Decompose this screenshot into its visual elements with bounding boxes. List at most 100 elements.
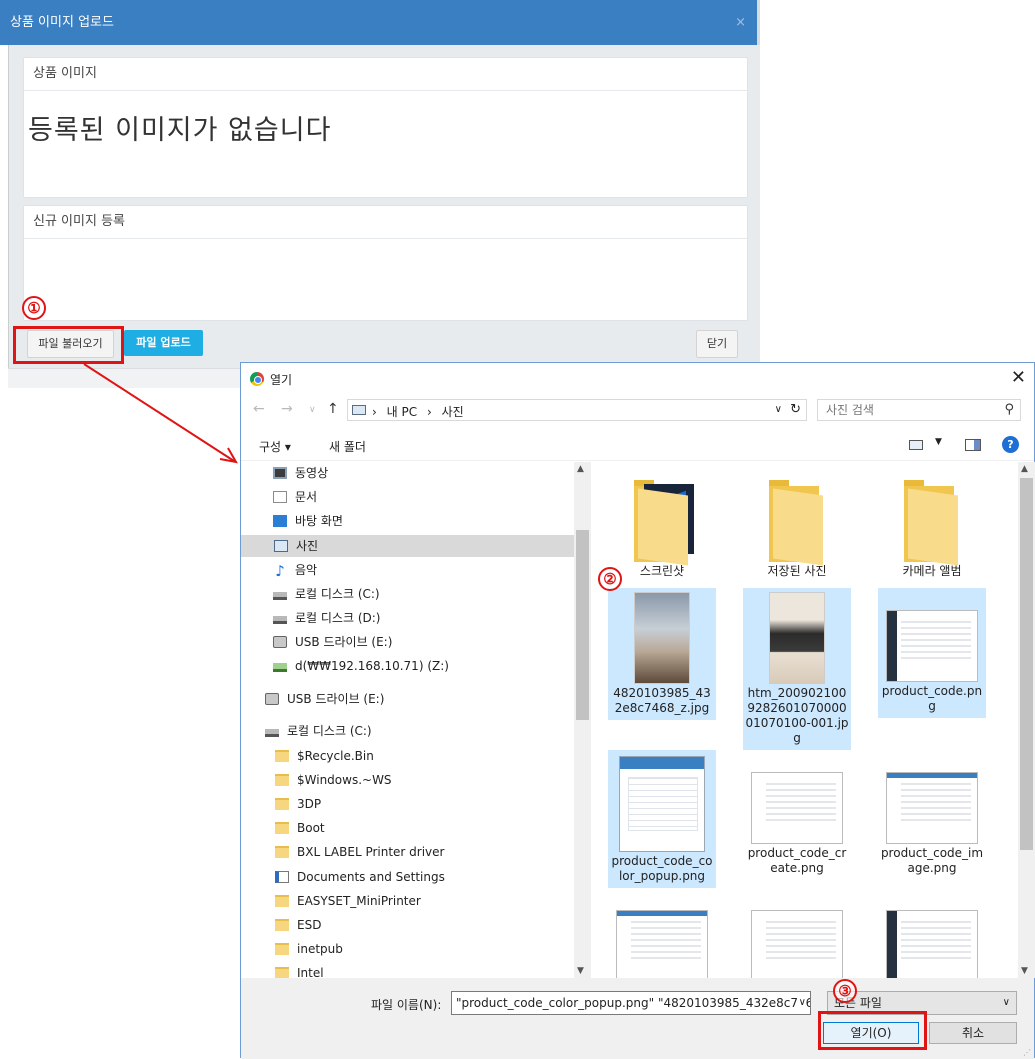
chevron-down-icon[interactable]: ▼ — [935, 437, 942, 447]
image-thumbnail — [616, 910, 708, 978]
resize-grip-icon[interactable]: ⋰ — [1023, 1048, 1031, 1057]
file-item[interactable]: product_code_create.png — [743, 750, 851, 880]
pictures-icon — [352, 405, 366, 415]
scroll-up-icon[interactable]: ▲ — [577, 464, 584, 474]
filename-input[interactable]: "product_code_color_popup.png" "48201039… — [451, 991, 811, 1015]
nav-item[interactable]: Boot — [275, 817, 325, 839]
file-open-dialog: 열기 ✕ ← → ∨ ↑ › 내 PC › 사진 ∨ ↻ 사진 검색 ⚲ 구성 … — [240, 362, 1035, 1059]
file-item[interactable]: product_code_ret — [608, 888, 716, 978]
file-item[interactable]: 저장된 사진 — [743, 476, 851, 583]
pictures-icon — [274, 540, 288, 552]
cancel-button[interactable]: 취소 — [929, 1022, 1017, 1044]
refresh-icon[interactable]: ↻ — [790, 402, 801, 417]
new-folder-button[interactable]: 새 폴더 — [329, 438, 366, 455]
usb-drive-icon — [265, 693, 279, 705]
file-item[interactable]: product_code_sel — [878, 888, 986, 978]
nav-item[interactable]: EASYSET_MiniPrinter — [275, 890, 421, 912]
nav-item[interactable]: Documents and Settings — [275, 866, 445, 888]
highlight-load-button — [13, 326, 124, 364]
nav-item[interactable]: 사진 — [241, 535, 574, 557]
nav-item[interactable]: 동영상 — [273, 462, 328, 484]
nav-item[interactable]: BXL LABEL Printer driver — [275, 841, 444, 863]
product-image-panel: 상품 이미지 등록된 이미지가 없습니다 — [23, 57, 748, 198]
up-arrow-icon[interactable]: ↑ — [327, 401, 339, 417]
back-arrow-icon[interactable]: ← — [253, 401, 265, 417]
nav-item[interactable]: ♪ 음악 — [273, 559, 317, 581]
file-list: 스크린샷 저장된 사진 카메라 앨범 4820103985_432e8c7468_z.… — [593, 462, 1018, 978]
filename-value: "product_code_color_popup.png" "48201039… — [456, 996, 811, 1010]
nav-item[interactable]: ESD — [275, 914, 321, 936]
nav-item-label: Documents and Settings — [297, 870, 445, 884]
search-input[interactable]: 사진 검색 ⚲ — [817, 399, 1021, 421]
scrollbar-thumb[interactable] — [576, 530, 589, 720]
file-item[interactable]: product_code.png — [878, 588, 986, 718]
chevron-down-icon[interactable]: ∨ — [775, 404, 782, 415]
nav-item-label: 바탕 화면 — [295, 514, 343, 528]
nav-item[interactable]: 바탕 화면 — [273, 510, 343, 532]
file-item[interactable]: htm_200902100928260107000001070100-001.j… — [743, 588, 851, 750]
nav-item[interactable]: 문서 — [273, 486, 317, 508]
nav-item[interactable]: 로컬 디스크 (C:) — [265, 720, 372, 742]
modal-close-icon[interactable]: × — [735, 0, 746, 45]
file-item[interactable]: product_code_color_popup.png — [608, 750, 716, 888]
nav-item-label: 음악 — [295, 563, 318, 577]
image-thumbnail — [751, 910, 843, 978]
dialog-titlebar: 열기 ✕ — [241, 363, 1034, 395]
close-button[interactable]: 닫기 — [696, 330, 738, 358]
search-placeholder: 사진 검색 — [826, 403, 874, 417]
nav-item[interactable]: inetpub — [275, 938, 343, 960]
step-2-badge: ② — [598, 567, 622, 591]
address-bar[interactable]: › 내 PC › 사진 ∨ ↻ — [347, 399, 807, 421]
nav-item[interactable]: 로컬 디스크 (C:) — [273, 583, 380, 605]
upload-file-button[interactable]: 파일 업로드 — [124, 330, 203, 356]
file-item[interactable]: product_code_image.png — [878, 750, 986, 880]
scroll-up-icon[interactable]: ▲ — [1021, 464, 1028, 474]
breadcrumb-item[interactable]: 내 PC — [387, 405, 417, 419]
nav-item[interactable]: $Recycle.Bin — [275, 745, 374, 767]
file-item[interactable]: 4820103985_432e8c7468_z.jpg — [608, 588, 716, 720]
nav-item[interactable]: USB 드라이브 (E:) — [265, 688, 384, 710]
shortcut-folder-icon — [275, 871, 289, 883]
chrome-icon — [250, 372, 264, 386]
nav-item[interactable]: USB 드라이브 (E:) — [273, 631, 392, 653]
scroll-down-icon[interactable]: ▼ — [1021, 966, 1028, 976]
view-options-icon[interactable] — [909, 440, 923, 450]
nav-item[interactable]: 3DP — [275, 793, 321, 815]
folder-icon — [275, 919, 289, 931]
video-icon — [273, 467, 287, 479]
drive-icon — [273, 616, 287, 624]
scroll-down-icon[interactable]: ▼ — [577, 966, 584, 976]
folder-icon — [904, 480, 960, 566]
organize-menu[interactable]: 구성 ▾ — [259, 438, 291, 455]
file-item[interactable]: 스크린샷 — [608, 476, 716, 583]
folder-icon — [275, 774, 289, 786]
nav-item[interactable]: 로컬 디스크 (D:) — [273, 607, 380, 629]
dialog-close-icon[interactable]: ✕ — [1011, 367, 1026, 388]
breadcrumb: › 내 PC › 사진 — [372, 405, 464, 419]
nav-item-label: 로컬 디스크 (C:) — [287, 724, 372, 738]
nav-item[interactable]: $Windows.~WS — [275, 769, 392, 791]
recent-locations-icon[interactable]: ∨ — [309, 405, 316, 415]
nav-item-label: Intel — [297, 966, 324, 978]
nav-item-label: $Recycle.Bin — [297, 749, 374, 763]
file-scrollbar[interactable]: ▲ ▼ — [1018, 462, 1035, 978]
nav-item[interactable]: Intel — [275, 962, 324, 978]
dialog-title: 열기 — [270, 373, 293, 387]
folder-icon — [275, 967, 289, 978]
nav-item[interactable]: d(₩₩192.168.10.71) (Z:) — [273, 655, 449, 677]
preview-pane-icon[interactable] — [965, 439, 981, 451]
file-name: 4820103985_432e8c7468_z.jpg — [613, 686, 711, 715]
usb-drive-icon — [273, 636, 287, 648]
forward-arrow-icon[interactable]: → — [281, 401, 293, 417]
breadcrumb-item[interactable]: 사진 — [442, 405, 464, 419]
nav-item-label: $Windows.~WS — [297, 773, 392, 787]
file-name: htm_200902100928260107000001070100-001.j… — [745, 686, 849, 745]
image-thumbnail — [886, 610, 978, 682]
highlight-open-button — [818, 1011, 927, 1050]
help-icon[interactable]: ? — [1002, 436, 1019, 453]
file-item[interactable]: 카메라 앨범 — [878, 476, 986, 583]
scrollbar-thumb[interactable] — [1020, 478, 1033, 850]
nav-scrollbar[interactable]: ▲ ▼ — [574, 462, 591, 978]
file-item[interactable]: product_code_se — [743, 888, 851, 978]
chevron-down-icon[interactable]: ∨ — [796, 992, 806, 1014]
